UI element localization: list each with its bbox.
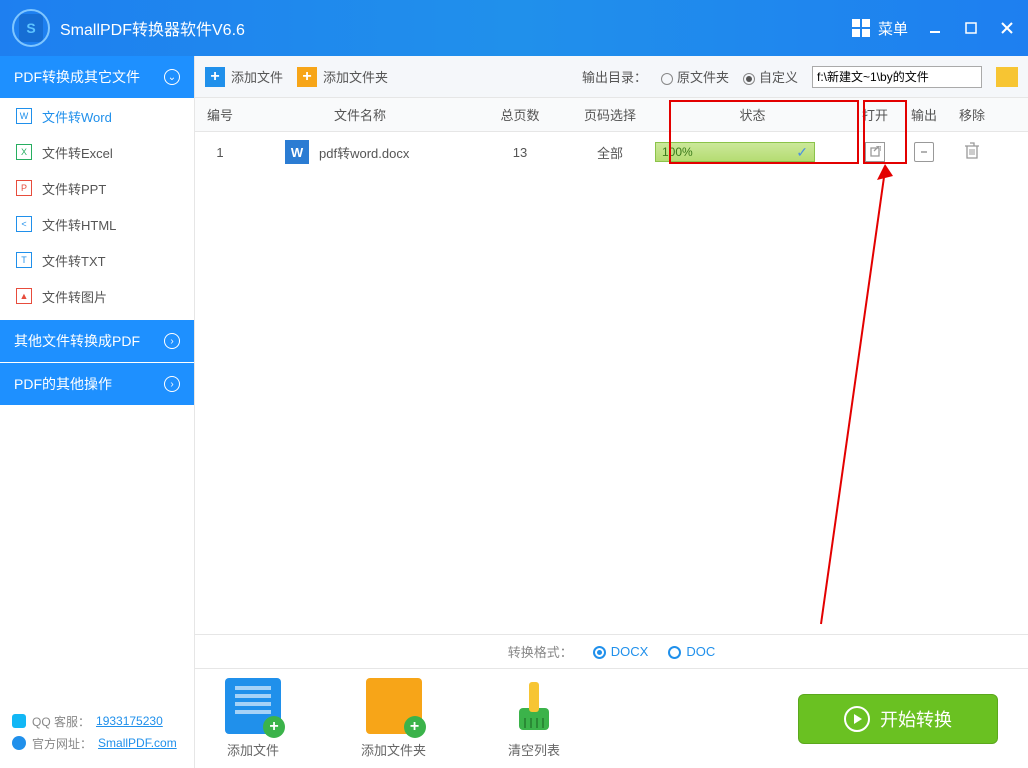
html-icon: <	[16, 216, 32, 232]
qq-link[interactable]: 1933175230	[96, 714, 163, 728]
col-open: 打开	[850, 105, 900, 124]
chevron-down-icon: ⌄	[164, 69, 180, 85]
grid-icon	[852, 19, 870, 37]
table-header: 编号 文件名称 总页数 页码选择 状态 打开 输出 移除	[195, 98, 1028, 132]
col-del: 移除	[948, 105, 996, 124]
start-convert-button[interactable]: 开始转换	[798, 694, 998, 744]
col-name: 文件名称	[245, 105, 475, 124]
excel-icon: X	[16, 144, 32, 160]
titlebar: S SmallPDF转换器软件V6.6 菜单	[0, 0, 1028, 56]
txt-icon: T	[16, 252, 32, 268]
progress-bar: 100%✓	[655, 142, 815, 162]
col-num: 编号	[195, 105, 245, 124]
browse-folder-button[interactable]	[996, 67, 1018, 87]
sidebar-group-pdf-to-other[interactable]: PDF转换成其它文件 ⌄	[0, 56, 194, 98]
app-logo: S	[12, 9, 50, 47]
plus-icon: +	[205, 67, 225, 87]
sidebar-group-other-to-pdf[interactable]: 其他文件转换成PDF ›	[0, 320, 194, 362]
format-label: 转换格式：	[508, 642, 573, 661]
site-link[interactable]: SmallPDF.com	[98, 736, 177, 750]
check-icon: ✓	[796, 144, 808, 161]
content: +添加文件 +添加文件夹 输出目录： 原文件夹 自定义 编号 文件名称 总页数 …	[195, 56, 1028, 768]
brush-icon	[506, 678, 562, 734]
sidebar: PDF转换成其它文件 ⌄ W文件转Word X文件转Excel P文件转PPT …	[0, 56, 195, 768]
col-status: 状态	[655, 105, 850, 124]
sidebar-item-excel[interactable]: X文件转Excel	[0, 134, 194, 170]
output-label: 输出目录：	[582, 67, 647, 86]
maximize-button[interactable]	[962, 19, 980, 37]
word-file-icon: W	[285, 140, 309, 164]
menu-label: 菜单	[878, 18, 908, 39]
menu-button[interactable]: 菜单	[852, 18, 908, 39]
sidebar-group-pdf-other-ops[interactable]: PDF的其他操作 ›	[0, 363, 194, 405]
output-button[interactable]	[914, 142, 934, 162]
minimize-button[interactable]	[926, 19, 944, 37]
sidebar-item-image[interactable]: ▲文件转图片	[0, 278, 194, 314]
plus-icon: +	[297, 67, 317, 87]
table-row[interactable]: 1 Wpdf转word.docx 13 全部 100%✓	[195, 132, 1028, 172]
app-title: SmallPDF转换器软件V6.6	[60, 16, 245, 40]
radio-custom[interactable]: 自定义	[743, 67, 798, 86]
close-button[interactable]	[998, 19, 1016, 37]
col-pages: 总页数	[475, 105, 565, 124]
delete-button[interactable]	[964, 148, 980, 163]
sidebar-item-txt[interactable]: T文件转TXT	[0, 242, 194, 278]
sidebar-item-word[interactable]: W文件转Word	[0, 98, 194, 134]
big-add-folder-button[interactable]: + 添加文件夹	[361, 678, 426, 759]
bottom-bar: + 添加文件 + 添加文件夹 清空列表 开始转换	[195, 668, 1028, 768]
folder-add-icon: +	[366, 678, 422, 734]
open-button[interactable]	[865, 142, 885, 162]
sidebar-item-ppt[interactable]: P文件转PPT	[0, 170, 194, 206]
radio-docx[interactable]: DOCX	[593, 644, 649, 659]
sidebar-footer: QQ 客服：1933175230 官方网址：SmallPDF.com	[0, 698, 194, 768]
play-icon	[844, 706, 870, 732]
radio-same-folder[interactable]: 原文件夹	[661, 67, 729, 86]
col-sel: 页码选择	[565, 105, 655, 124]
annotation-arrow	[813, 164, 893, 634]
output-path-input[interactable]	[812, 66, 982, 88]
chevron-right-icon: ›	[164, 333, 180, 349]
ie-icon	[12, 736, 26, 750]
qq-icon	[12, 714, 26, 728]
add-file-button[interactable]: +添加文件	[205, 67, 283, 87]
big-clear-button[interactable]: 清空列表	[506, 678, 562, 759]
image-icon: ▲	[16, 288, 32, 304]
chevron-right-icon: ›	[164, 376, 180, 392]
file-add-icon: +	[225, 678, 281, 734]
radio-doc[interactable]: DOC	[668, 644, 715, 659]
col-out: 输出	[900, 105, 948, 124]
big-add-file-button[interactable]: + 添加文件	[225, 678, 281, 759]
sidebar-item-html[interactable]: <文件转HTML	[0, 206, 194, 242]
toolbar: +添加文件 +添加文件夹 输出目录： 原文件夹 自定义	[195, 56, 1028, 98]
word-icon: W	[16, 108, 32, 124]
format-bar: 转换格式： DOCX DOC	[195, 634, 1028, 668]
add-folder-button[interactable]: +添加文件夹	[297, 67, 388, 87]
ppt-icon: P	[16, 180, 32, 196]
